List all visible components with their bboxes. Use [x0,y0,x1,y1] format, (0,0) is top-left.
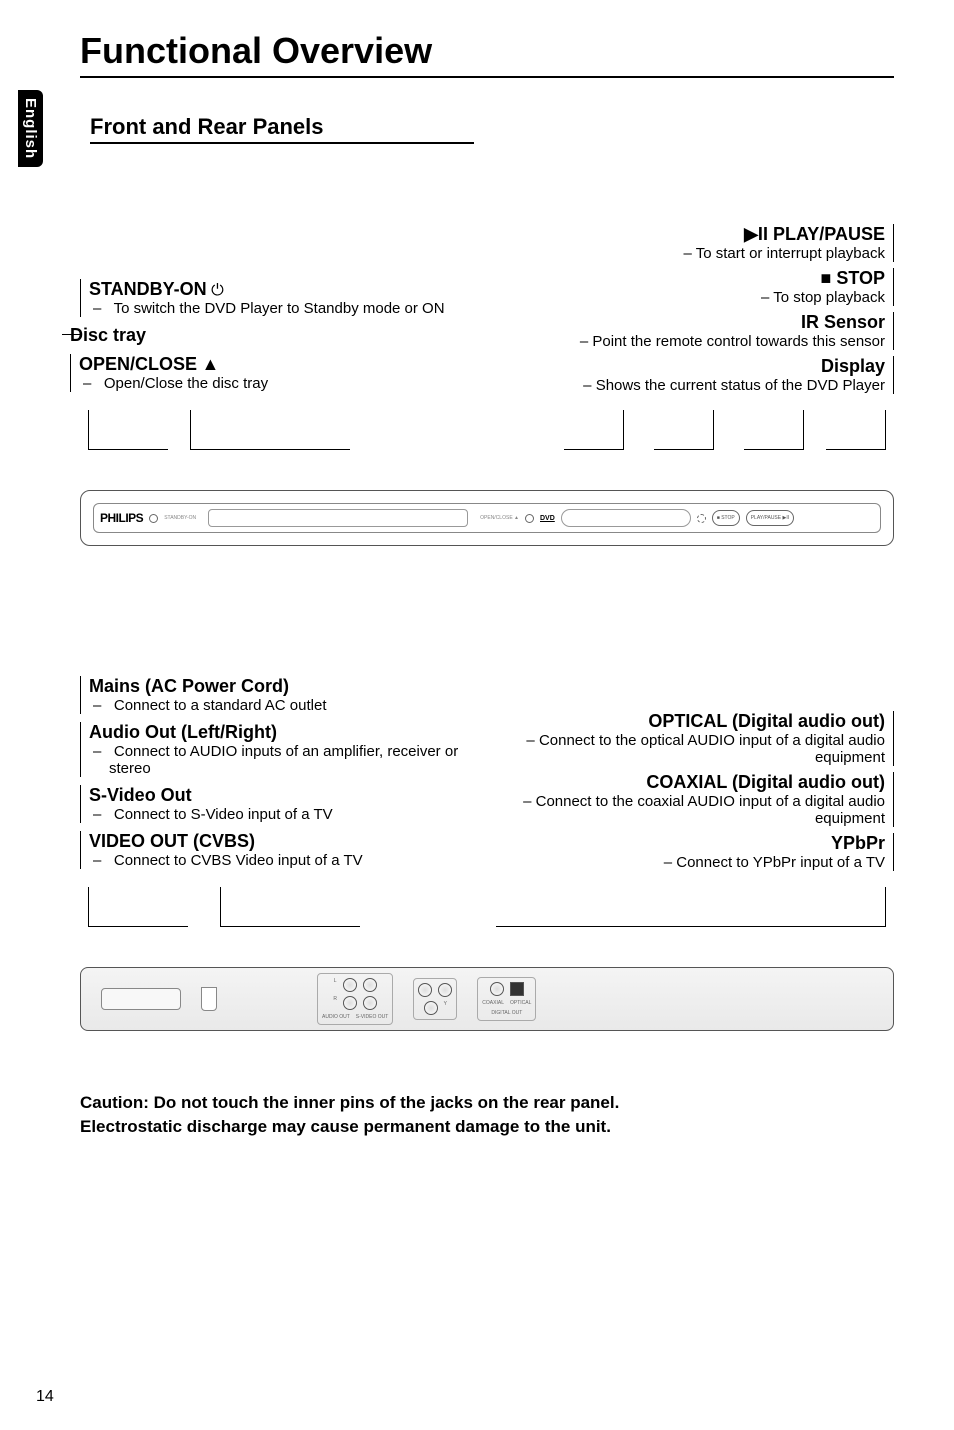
front-disc-tray [208,509,468,527]
cvbs-title: VIDEO OUT (CVBS) [89,831,471,852]
audio-l-jack [343,978,357,992]
ir-title: IR Sensor [471,312,885,333]
front-right-callouts: ▶II PLAY/PAUSE To start or interrupt pla… [471,224,894,400]
play-pause-desc: To start or interrupt playback [471,245,885,262]
device-front-diagram: PHILIPS STANDBY-ON OPEN/CLOSE ▲ DVD ■ ST… [80,490,894,546]
front-panel-section: STANDBY-ON ⏻ To switch the DVD Player to… [80,224,894,546]
coaxial-jack [490,982,504,996]
power-icon: ⏻ [211,282,224,299]
video-out-jack [363,978,377,992]
eject-icon: ▲ [201,354,219,374]
digital-out-jacks: COAXIAL OPTICAL DIGITAL OUT [477,977,536,1021]
ypbpr-title: YPbPr [471,833,885,854]
section-title: Front and Rear Panels [90,108,474,144]
callout-standby: STANDBY-ON ⏻ To switch the DVD Player to… [80,279,471,317]
display-title: Display [471,356,885,377]
philips-logo: PHILIPS [100,511,143,525]
ac-cord-slot [101,988,181,1010]
coaxial-title: COAXIAL (Digital audio out) [471,772,885,793]
standby-desc: To switch the DVD Player to Standby mode… [89,300,471,317]
callout-stop: ■ STOP To stop playback [471,268,894,306]
front-left-callouts: STANDBY-ON ⏻ To switch the DVD Player to… [80,279,471,400]
callout-cvbs: VIDEO OUT (CVBS) Connect to CVBS Video i… [80,831,471,869]
callout-audio-out: Audio Out (Left/Right) Connect to AUDIO … [80,722,471,777]
coaxial-label-tiny: COAXIAL [482,1000,504,1006]
ypbpr-desc: Connect to YPbPr input of a TV [471,854,885,871]
open-close-label-tiny: OPEN/CLOSE ▲ [480,515,519,521]
rear-right-callouts: OPTICAL (Digital audio out) Connect to t… [471,683,894,877]
device-rear-diagram: L R AUDIO OUT S-VIDEO OUT Y [80,967,894,1031]
rear-lead-lines [80,887,894,927]
optical-title: OPTICAL (Digital audio out) [471,711,885,732]
cvbs-desc: Connect to CVBS Video input of a TV [89,852,471,869]
front-ir-sensor [697,514,706,523]
digital-out-label-tiny: DIGITAL OUT [491,1010,522,1016]
display-desc: Shows the current status of the DVD Play… [471,377,885,394]
ypbpr-jacks: Y [413,978,457,1020]
callout-svideo: S-Video Out Connect to S-Video input of … [80,785,471,823]
optical-label-tiny: OPTICAL [510,1000,531,1006]
audio-l-label: L [334,978,337,992]
page-number: 14 [36,1388,54,1406]
y-label: Y [444,1001,447,1015]
caution-text: Caution: Do not touch the inner pins of … [80,1091,894,1139]
callout-ypbpr: YPbPr Connect to YPbPr input of a TV [471,833,894,871]
rear-left-callouts: Mains (AC Power Cord) Connect to a stand… [80,676,471,877]
front-lead-lines [80,410,894,450]
pr-jack [438,983,452,997]
callout-play-pause: ▶II PLAY/PAUSE To start or interrupt pla… [471,224,894,262]
mains-desc: Connect to a standard AC outlet [89,697,471,714]
language-tab: English [18,90,43,167]
front-standby-button [149,514,158,523]
front-open-close-button [525,514,534,523]
rear-panel-section: Mains (AC Power Cord) Connect to a stand… [80,676,894,1031]
stop-title: STOP [831,268,885,288]
audio-out-label-tiny: AUDIO OUT [322,1014,350,1020]
standby-label-tiny: STANDBY-ON [164,515,196,521]
coaxial-desc: Connect to the coaxial AUDIO input of a … [471,793,885,827]
front-play-pause-button: PLAY/PAUSE ▶II [746,510,794,526]
audio-out-jacks: L R AUDIO OUT S-VIDEO OUT [317,973,393,1025]
svideo-desc: Connect to S-Video input of a TV [89,806,471,823]
audio-out-desc: Connect to AUDIO inputs of an amplifier,… [89,743,471,777]
disc-tray-title: Disc tray [70,325,146,345]
play-pause-icon: ▶II [744,224,768,244]
callout-optical: OPTICAL (Digital audio out) Connect to t… [471,711,894,766]
ir-desc: Point the remote control towards this se… [471,333,885,350]
front-stop-button: ■ STOP [712,510,740,526]
y-jack [424,1001,438,1015]
audio-r-label: R [333,996,337,1010]
svideo-title: S-Video Out [89,785,471,806]
callout-mains: Mains (AC Power Cord) Connect to a stand… [80,676,471,714]
open-close-title: OPEN/CLOSE [79,354,197,374]
caution-line2: Electrostatic discharge may cause perman… [80,1115,894,1139]
standby-title: STANDBY-ON [89,279,207,299]
audio-r-jack [343,996,357,1010]
callout-disc-tray: Disc tray OPEN/CLOSE ▲ Open/Close the di… [62,325,471,392]
svideo-jack [363,996,377,1010]
optical-desc: Connect to the optical AUDIO input of a … [471,732,885,766]
stop-icon: ■ [820,268,831,288]
svideo-label-tiny: S-VIDEO OUT [356,1014,389,1020]
caution-line1: Caution: Do not touch the inner pins of … [80,1091,894,1115]
mains-title: Mains (AC Power Cord) [89,676,471,697]
front-display-window [561,509,691,527]
pb-jack [418,983,432,997]
ac-cord-plug [201,987,217,1011]
optical-jack [510,982,524,996]
callout-ir-sensor: IR Sensor Point the remote control towar… [471,312,894,350]
callout-open-close: OPEN/CLOSE ▲ Open/Close the disc tray [70,354,471,392]
dvd-label-tiny: DVD [540,515,555,522]
page-title: Functional Overview [80,30,894,78]
stop-desc: To stop playback [471,289,885,306]
play-pause-title: PLAY/PAUSE [768,224,885,244]
callout-display: Display Shows the current status of the … [471,356,894,394]
audio-out-title: Audio Out (Left/Right) [89,722,471,743]
callout-coaxial: COAXIAL (Digital audio out) Connect to t… [471,772,894,827]
open-close-desc: Open/Close the disc tray [79,375,471,392]
